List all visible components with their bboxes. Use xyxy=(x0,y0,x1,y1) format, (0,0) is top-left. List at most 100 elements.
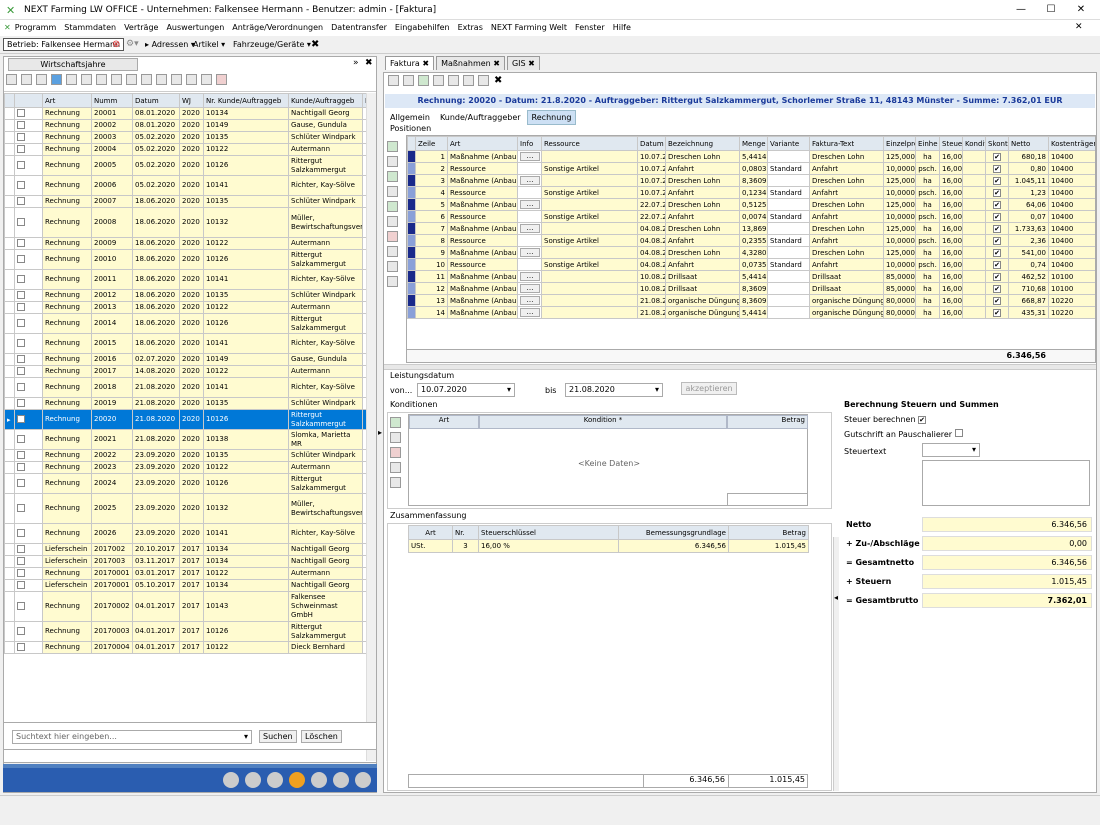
insert-icon[interactable] xyxy=(387,156,398,167)
delete-icon[interactable]: ✖ xyxy=(494,75,502,86)
nav-chart-icon[interactable] xyxy=(311,772,327,788)
kond-hdr-art[interactable]: Art xyxy=(409,415,479,429)
table-row[interactable]: Rechnung 20026 23.09.2020 2020 10141 Richter,… xyxy=(4,523,366,544)
subtab-rechnung[interactable]: Rechnung xyxy=(526,110,577,125)
row-checkbox[interactable] xyxy=(17,238,25,247)
tab-faktura[interactable]: Faktura ✖ xyxy=(385,56,435,70)
position-row[interactable]: 12 Maßnahme (Anbau)… 10.08.2 Drillsaat 8,360… xyxy=(407,282,1095,295)
table-row[interactable]: Rechnung 20008 18.06.2020 2020 10132 Müller, … xyxy=(4,207,366,238)
menu-auswertungen[interactable]: Auswertungen xyxy=(162,20,228,32)
skonto-checkbox[interactable]: ✔ xyxy=(993,308,1001,317)
table-row[interactable]: Rechnung 20011 18.06.2020 2020 10141 Richter,… xyxy=(4,269,366,290)
table-row[interactable]: Rechnung 20010 18.06.2020 2020 10126 Rittergu… xyxy=(4,249,366,270)
pos-hdr[interactable]: Datum xyxy=(637,136,666,151)
table-row[interactable]: Rechnung 20012 18.06.2020 2020 10135 Schlüter… xyxy=(4,289,366,302)
table-row[interactable]: Lieferschein 2017002 20.10.2017 2017 10134 Na… xyxy=(4,543,366,556)
row-checkbox[interactable] xyxy=(17,290,25,299)
position-row[interactable]: 3 Maßnahme (Anbau)… 10.07.2 Dreschen Lohn 8,… xyxy=(407,174,1095,187)
menu-stammdaten[interactable]: Stammdaten xyxy=(60,20,120,32)
right-splitter[interactable]: ◂ xyxy=(833,537,839,791)
steuertext-textarea[interactable] xyxy=(922,460,1090,506)
tab-gis-close-icon[interactable]: ✖ xyxy=(528,59,535,68)
pos-hdr[interactable]: Info xyxy=(517,136,542,151)
copy-doc-icon[interactable] xyxy=(433,75,444,86)
move-down-icon[interactable] xyxy=(387,261,398,272)
table-row[interactable]: Rechnung 20170001 03.01.2017 2017 10122 Auter… xyxy=(4,567,366,580)
kond-add-icon[interactable] xyxy=(390,417,401,428)
new-icon[interactable] xyxy=(21,74,32,85)
row-checkbox[interactable] xyxy=(17,450,25,459)
position-row[interactable]: 13 Maßnahme (Anbau)… 21.08.2 organische Dün… xyxy=(407,294,1095,307)
table-row[interactable]: Rechnung 20170003 04.01.2017 2017 10126 Ritte… xyxy=(4,621,366,642)
copy-row-icon[interactable] xyxy=(387,216,398,227)
tab-wirtschaftsjahre[interactable]: Wirtschaftsjahre xyxy=(8,58,138,71)
pos-hdr[interactable]: Kostenträger xyxy=(1048,136,1095,151)
table-row[interactable]: Rechnung 20017 14.08.2020 2020 10122 Auterman… xyxy=(4,365,366,378)
row-checkbox[interactable] xyxy=(17,462,25,471)
row-checkbox[interactable] xyxy=(17,626,25,635)
expand-icon[interactable] xyxy=(81,74,92,85)
von-date-input[interactable]: 10.07.2020 ▾ xyxy=(417,383,515,397)
new-doc-icon[interactable] xyxy=(418,75,429,86)
row-checkbox[interactable] xyxy=(17,338,25,347)
panel-close-icon[interactable]: ✖ xyxy=(365,58,373,68)
preview-icon[interactable] xyxy=(126,74,137,85)
pos-hdr[interactable]: Bezeichnung xyxy=(665,136,740,151)
kond-hdr-betrag[interactable]: Betrag xyxy=(727,415,808,429)
steuertext-dropdown-icon[interactable]: ▾ xyxy=(972,445,976,454)
row-checkbox[interactable] xyxy=(17,503,25,512)
position-row[interactable]: 14 Maßnahme (Anbau)… 21.08.2 organische Dün… xyxy=(407,306,1095,319)
hdr-nummer[interactable]: Numm xyxy=(91,93,133,108)
kond-up-icon[interactable] xyxy=(390,462,401,473)
info-ellipsis-button[interactable]: … xyxy=(520,296,540,305)
table-row[interactable]: Rechnung 20014 18.06.2020 2020 10126 Rittergu… xyxy=(4,313,366,334)
info-ellipsis-button[interactable]: … xyxy=(520,152,540,161)
table-row[interactable]: Rechnung 20005 05.02.2020 2020 10126 Rittergu… xyxy=(4,155,366,176)
collapse-rows-icon[interactable] xyxy=(96,74,107,85)
skonto-checkbox[interactable]: ✔ xyxy=(993,260,1001,269)
sum-icon[interactable] xyxy=(156,74,167,85)
info-ellipsis-button[interactable]: … xyxy=(520,272,540,281)
table-row[interactable]: Rechnung 20170002 04.01.2017 2017 10143 Falke… xyxy=(4,591,366,622)
zus-hdr-bemessung[interactable]: Bemessungsgrundlage xyxy=(618,525,729,540)
row-checkbox[interactable] xyxy=(17,366,25,375)
bis-date-input[interactable]: 21.08.2020 ▾ xyxy=(565,383,663,397)
print-icon[interactable] xyxy=(403,75,414,86)
gutschrift-checkbox[interactable] xyxy=(954,429,963,437)
row-checkbox[interactable] xyxy=(17,478,25,487)
skonto-checkbox[interactable]: ✔ xyxy=(993,236,1001,245)
list-scrollbar[interactable] xyxy=(366,93,376,761)
close-x-icon[interactable]: ✖ xyxy=(311,39,319,50)
table-row[interactable]: Rechnung 20019 21.08.2020 2020 10135 Schlüter… xyxy=(4,397,366,410)
position-row[interactable]: 8 Ressource Sonstige Artikel 04.08.2 Anfahrt… xyxy=(407,234,1095,247)
row-checkbox[interactable] xyxy=(17,144,25,153)
hdr-datum[interactable]: Datum xyxy=(132,93,180,108)
akzeptieren-button[interactable]: akzeptieren xyxy=(681,382,737,395)
menu-eingabehilfen[interactable]: Eingabehilfen xyxy=(391,20,454,32)
skonto-checkbox[interactable]: ✔ xyxy=(993,224,1001,233)
undo-icon[interactable] xyxy=(186,74,197,85)
row-checkbox[interactable] xyxy=(17,318,25,327)
table-row[interactable]: Lieferschein 2017003 03.11.2017 2017 10134 Na… xyxy=(4,555,366,568)
row-checkbox[interactable] xyxy=(17,601,25,610)
calc-icon[interactable] xyxy=(387,186,398,197)
clear-button[interactable]: Löschen xyxy=(301,730,342,743)
menu-datentransfer[interactable]: Datentransfer xyxy=(327,20,391,32)
position-row[interactable]: 1 Maßnahme (Anbau)… 10.07.2 Dreschen Lohn 5,… xyxy=(407,150,1095,163)
hdr-wj[interactable]: WJ xyxy=(179,93,204,108)
close-button[interactable]: ✕ xyxy=(1066,3,1096,17)
menu-next-farming-welt[interactable]: NEXT Farming Welt xyxy=(487,20,571,32)
table-row[interactable]: Rechnung 20004 05.02.2020 2020 10122 Auterman… xyxy=(4,143,366,156)
kond-down-icon[interactable] xyxy=(390,477,401,488)
row-checkbox[interactable] xyxy=(17,642,25,651)
table-row[interactable]: Rechnung 20170004 04.01.2017 2017 10122 Dieck… xyxy=(4,641,366,654)
skonto-checkbox[interactable]: ✔ xyxy=(993,248,1001,257)
delete-row-icon[interactable] xyxy=(387,231,398,242)
betrieb-button[interactable]: Betrieb: Falkensee Hermann xyxy=(3,38,125,51)
table-row[interactable]: ▸ Rechnung 20020 21.08.2020 2020 10126 Ritterg… xyxy=(4,409,366,430)
row-checkbox[interactable] xyxy=(17,568,25,577)
position-row[interactable]: 2 Ressource Sonstige Artikel 10.07.2 Anfahrt… xyxy=(407,162,1095,175)
table-row[interactable]: Rechnung 20025 23.09.2020 2020 10132 Müller, … xyxy=(4,493,366,524)
menu-fenster[interactable]: Fenster xyxy=(571,20,609,32)
print-icon[interactable] xyxy=(111,74,122,85)
